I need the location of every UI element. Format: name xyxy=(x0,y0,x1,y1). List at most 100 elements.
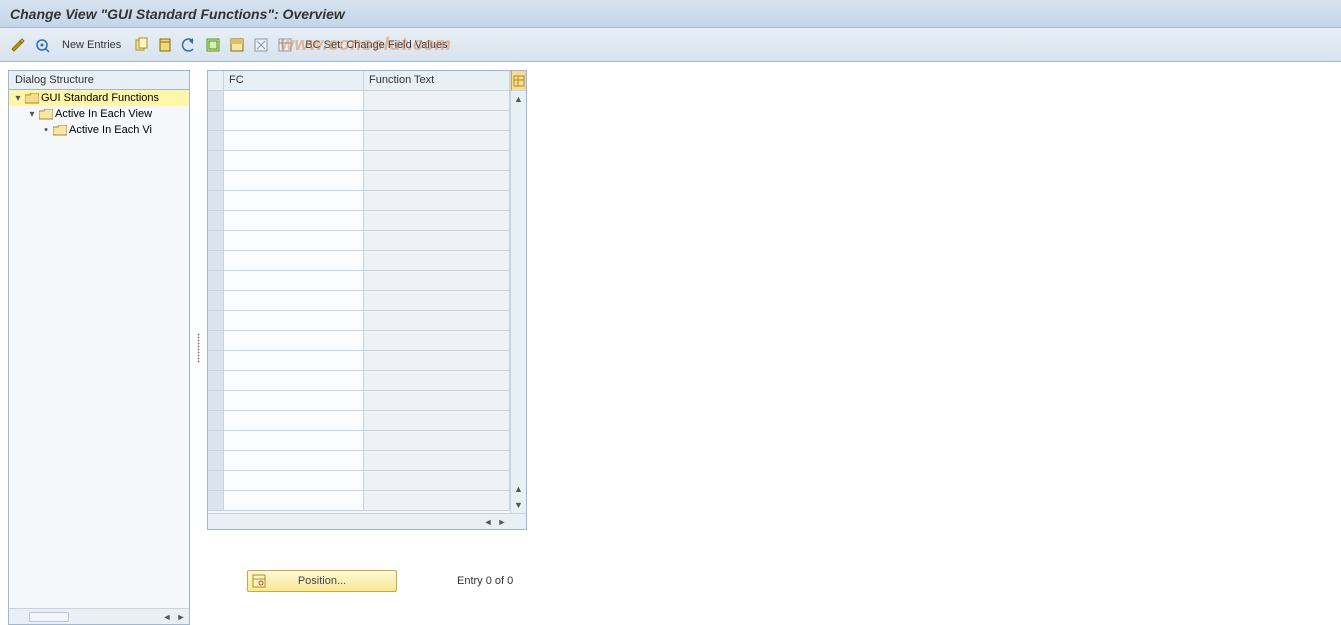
row-selector[interactable] xyxy=(208,451,224,471)
cell-function-text[interactable] xyxy=(364,351,510,371)
row-selector[interactable] xyxy=(208,331,224,351)
other-view-icon[interactable] xyxy=(32,35,52,55)
row-selector[interactable] xyxy=(208,271,224,291)
cell-function-text[interactable] xyxy=(364,271,510,291)
cell-function-text[interactable] xyxy=(364,171,510,191)
row-selector[interactable] xyxy=(208,491,224,511)
tree-node[interactable]: ▾GUI Standard Functions xyxy=(9,90,189,106)
cell-function-text[interactable] xyxy=(364,151,510,171)
grid-header-selector[interactable] xyxy=(208,71,224,91)
position-button[interactable]: Position... xyxy=(247,570,397,592)
grid-header-function-text[interactable]: Function Text xyxy=(364,71,510,91)
copy-as-icon[interactable] xyxy=(131,35,151,55)
tree-hscroll-thumb[interactable] xyxy=(29,612,69,622)
grid-vscroll-up2-icon[interactable]: ▲ xyxy=(512,481,526,497)
cell-function-text[interactable] xyxy=(364,91,510,111)
tree-node[interactable]: ▾Active In Each View xyxy=(9,106,189,122)
config-table-icon[interactable] xyxy=(275,35,295,55)
undo-icon[interactable] xyxy=(179,35,199,55)
cell-fc[interactable] xyxy=(224,311,364,331)
cell-function-text[interactable] xyxy=(364,331,510,351)
cell-fc[interactable] xyxy=(224,491,364,511)
cell-fc[interactable] xyxy=(224,251,364,271)
grid-header-fc[interactable]: FC xyxy=(224,71,364,91)
tree-hscroll[interactable]: ◄ ► xyxy=(9,608,189,624)
cell-function-text[interactable] xyxy=(364,191,510,211)
cell-fc[interactable] xyxy=(224,391,364,411)
cell-fc[interactable] xyxy=(224,111,364,131)
row-selector[interactable] xyxy=(208,211,224,231)
row-selector[interactable] xyxy=(208,151,224,171)
table-row xyxy=(208,111,510,131)
table-row xyxy=(208,191,510,211)
toolbar: New Entries BC Set: Change Field Values … xyxy=(0,28,1341,62)
cell-fc[interactable] xyxy=(224,191,364,211)
row-selector[interactable] xyxy=(208,311,224,331)
cell-fc[interactable] xyxy=(224,171,364,191)
cell-fc[interactable] xyxy=(224,451,364,471)
row-selector[interactable] xyxy=(208,431,224,451)
vertical-splitter[interactable] xyxy=(196,70,201,625)
row-selector[interactable] xyxy=(208,351,224,371)
cell-function-text[interactable] xyxy=(364,211,510,231)
row-selector[interactable] xyxy=(208,91,224,111)
cell-function-text[interactable] xyxy=(364,391,510,411)
tree-toggle-icon[interactable]: ▾ xyxy=(27,109,37,120)
row-selector[interactable] xyxy=(208,391,224,411)
cell-fc[interactable] xyxy=(224,231,364,251)
cell-fc[interactable] xyxy=(224,331,364,351)
cell-fc[interactable] xyxy=(224,471,364,491)
row-selector[interactable] xyxy=(208,371,224,391)
cell-fc[interactable] xyxy=(224,91,364,111)
cell-fc[interactable] xyxy=(224,371,364,391)
cell-fc[interactable] xyxy=(224,431,364,451)
grid-vscroll-track[interactable] xyxy=(512,107,526,481)
row-selector[interactable] xyxy=(208,191,224,211)
table-settings-icon[interactable] xyxy=(511,71,526,91)
cell-fc[interactable] xyxy=(224,411,364,431)
cell-function-text[interactable] xyxy=(364,131,510,151)
grid-hscroll[interactable]: ◄ ► xyxy=(208,513,526,529)
grid-vscroll[interactable]: ▲ ▲ ▼ xyxy=(510,71,526,513)
new-entries-button[interactable]: New Entries xyxy=(56,35,127,55)
grid-hscroll-right-icon[interactable]: ► xyxy=(496,516,508,528)
cell-function-text[interactable] xyxy=(364,291,510,311)
grid-vscroll-down-icon[interactable]: ▼ xyxy=(512,497,526,513)
cell-function-text[interactable] xyxy=(364,471,510,491)
tree-toggle-icon[interactable]: ▾ xyxy=(13,93,23,104)
tree-node[interactable]: •Active In Each Vi xyxy=(9,122,189,138)
grid-vscroll-up-icon[interactable]: ▲ xyxy=(512,91,526,107)
row-selector[interactable] xyxy=(208,171,224,191)
row-selector[interactable] xyxy=(208,411,224,431)
delete-icon[interactable] xyxy=(155,35,175,55)
row-selector[interactable] xyxy=(208,231,224,251)
row-selector[interactable] xyxy=(208,111,224,131)
deselect-all-icon[interactable] xyxy=(251,35,271,55)
grid-hscroll-left-icon[interactable]: ◄ xyxy=(482,516,494,528)
select-all-icon[interactable] xyxy=(203,35,223,55)
cell-function-text[interactable] xyxy=(364,491,510,511)
cell-function-text[interactable] xyxy=(364,411,510,431)
cell-function-text[interactable] xyxy=(364,251,510,271)
cell-function-text[interactable] xyxy=(364,371,510,391)
cell-fc[interactable] xyxy=(224,291,364,311)
row-selector[interactable] xyxy=(208,471,224,491)
cell-fc[interactable] xyxy=(224,351,364,371)
select-block-icon[interactable] xyxy=(227,35,247,55)
cell-fc[interactable] xyxy=(224,211,364,231)
row-selector[interactable] xyxy=(208,131,224,151)
cell-fc[interactable] xyxy=(224,151,364,171)
cell-function-text[interactable] xyxy=(364,231,510,251)
bc-set-label[interactable]: BC Set: Change Field Values xyxy=(299,39,453,51)
cell-function-text[interactable] xyxy=(364,451,510,471)
tree-hscroll-right-icon[interactable]: ► xyxy=(175,611,187,623)
cell-function-text[interactable] xyxy=(364,311,510,331)
cell-fc[interactable] xyxy=(224,131,364,151)
cell-fc[interactable] xyxy=(224,271,364,291)
toggle-change-icon[interactable] xyxy=(8,35,28,55)
row-selector[interactable] xyxy=(208,291,224,311)
row-selector[interactable] xyxy=(208,251,224,271)
cell-function-text[interactable] xyxy=(364,111,510,131)
cell-function-text[interactable] xyxy=(364,431,510,451)
tree-hscroll-left-icon[interactable]: ◄ xyxy=(161,611,173,623)
